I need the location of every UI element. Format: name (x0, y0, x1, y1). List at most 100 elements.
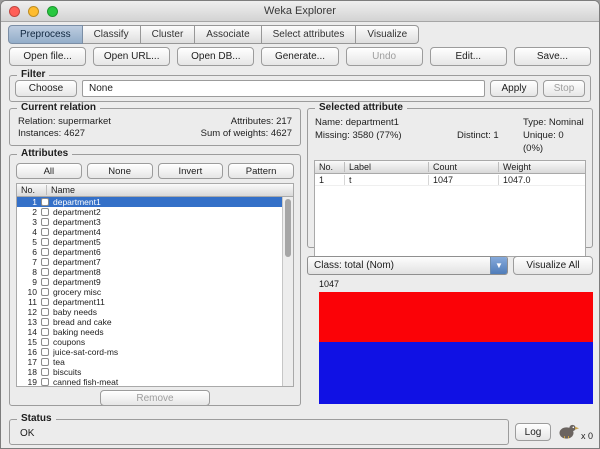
attribute-row[interactable]: 5 department5 (17, 237, 293, 247)
generate-button[interactable]: Generate... (261, 47, 339, 66)
relation-name: Relation: supermarket (18, 116, 111, 127)
attribute-name: department11 (53, 297, 105, 307)
attribute-row[interactable]: 18 biscuits (17, 367, 293, 377)
invert-selection-button[interactable]: Invert (157, 163, 224, 179)
table-cell: 1047 (429, 174, 499, 185)
attribute-row[interactable]: 14 baking needs (17, 327, 293, 337)
attribute-checkbox[interactable] (41, 268, 49, 276)
table-cell: 1047.0 (503, 174, 531, 185)
column-header-weight: Weight (503, 162, 531, 172)
select-all-button[interactable]: All (16, 163, 82, 179)
log-counter: x 0 (580, 430, 593, 441)
filter-value-field[interactable]: None (82, 80, 485, 97)
attribute-number: 10 (27, 287, 37, 297)
attribute-row[interactable]: 12 baby needs (17, 307, 293, 317)
status-panel-title: Status (17, 413, 56, 424)
chevron-down-icon[interactable]: ▼ (490, 257, 507, 274)
attribute-checkbox[interactable] (41, 338, 49, 346)
attribute-name: department6 (53, 247, 101, 257)
instances-count: Instances: 4627 (18, 128, 86, 139)
attribute-checkbox[interactable] (41, 218, 49, 226)
close-button[interactable] (9, 6, 20, 17)
label-table-header: No. Label Count Weight (314, 160, 586, 173)
attribute-checkbox[interactable] (41, 328, 49, 336)
distinct-stat: Distinct: 1 (457, 130, 499, 141)
open-url-button[interactable]: Open URL... (93, 47, 171, 66)
label-table-row[interactable]: 1 t 1047 1047.0 (315, 174, 585, 186)
attribute-row[interactable]: 10 grocery misc (17, 287, 293, 297)
attribute-number: 8 (32, 267, 37, 277)
attribute-row[interactable]: 16 juice-sat-cord-ms (17, 347, 293, 357)
attribute-number: 13 (27, 317, 37, 327)
edit-button[interactable]: Edit... (429, 47, 507, 66)
attribute-row[interactable]: 6 department6 (17, 247, 293, 257)
attributes-scrollbar[interactable] (282, 197, 293, 386)
attribute-checkbox[interactable] (41, 308, 49, 316)
tab-bar: Preprocess Classify Cluster Associate Select… (8, 25, 420, 44)
attribute-checkbox[interactable] (41, 298, 49, 306)
attribute-name: coupons (53, 337, 86, 347)
attribute-row[interactable]: 2 department2 (17, 207, 293, 217)
tab-cluster[interactable]: Cluster (140, 25, 196, 44)
save-button[interactable]: Save... (513, 47, 591, 66)
zoom-button[interactable] (47, 6, 58, 17)
attribute-row[interactable]: 17 tea (17, 357, 293, 367)
pattern-button[interactable]: Pattern (228, 163, 294, 179)
attribute-row[interactable]: 4 department4 (17, 227, 293, 237)
select-none-button[interactable]: None (86, 163, 153, 179)
open-file-button[interactable]: Open file... (9, 47, 87, 66)
attribute-number: 16 (27, 347, 37, 357)
attribute-checkbox[interactable] (41, 208, 49, 216)
visualize-all-button[interactable]: Visualize All (513, 256, 593, 275)
attribute-name-stat: Name: department1 (315, 117, 399, 128)
attribute-checkbox[interactable] (41, 358, 49, 366)
tab-preprocess[interactable]: Preprocess (8, 25, 83, 44)
attribute-checkbox[interactable] (41, 278, 49, 286)
attribute-name: bread and cake (53, 317, 112, 327)
log-button[interactable]: Log (514, 423, 551, 441)
attribute-row[interactable]: 9 department9 (17, 277, 293, 287)
attribute-row[interactable]: 13 bread and cake (17, 317, 293, 327)
selected-attribute-title: Selected attribute (315, 102, 407, 113)
attribute-row[interactable]: 19 canned fish-meat (17, 377, 293, 387)
attributes-list[interactable]: 1 department1 2 department2 3 department3 4 dep… (16, 196, 294, 387)
attribute-checkbox[interactable] (41, 288, 49, 296)
attribute-checkbox[interactable] (41, 258, 49, 266)
attribute-checkbox[interactable] (41, 238, 49, 246)
title-bar[interactable]: Weka Explorer (1, 1, 599, 22)
attribute-row[interactable]: 15 coupons (17, 337, 293, 347)
filter-choose-button[interactable]: Choose (15, 80, 77, 97)
class-dropdown-value: Class: total (Nom) (314, 260, 395, 271)
open-db-button[interactable]: Open DB... (177, 47, 255, 66)
attribute-row[interactable]: 8 department8 (17, 267, 293, 277)
attribute-checkbox[interactable] (41, 348, 49, 356)
class-dropdown[interactable]: Class: total (Nom) ▼ (307, 256, 508, 275)
attribute-row[interactable]: 11 department11 (17, 297, 293, 307)
attribute-row[interactable]: 1 department1 (17, 197, 293, 207)
tab-classify[interactable]: Classify (82, 25, 141, 44)
attribute-row[interactable]: 7 department7 (17, 257, 293, 267)
attribute-number: 12 (27, 307, 37, 317)
tab-select-attributes[interactable]: Select attributes (261, 25, 357, 44)
attribute-checkbox[interactable] (41, 198, 49, 206)
attribute-checkbox[interactable] (41, 378, 49, 386)
window-controls (9, 6, 58, 17)
table-cell: 1 (315, 174, 345, 185)
attribute-checkbox[interactable] (41, 368, 49, 376)
attribute-number: 19 (27, 377, 37, 387)
tab-associate[interactable]: Associate (195, 25, 262, 44)
filter-apply-button[interactable]: Apply (490, 80, 538, 97)
attribute-number: 9 (32, 277, 37, 287)
minimize-button[interactable] (28, 6, 39, 17)
attribute-number: 14 (27, 327, 37, 337)
attribute-checkbox[interactable] (41, 228, 49, 236)
tab-visualize[interactable]: Visualize (356, 25, 420, 44)
attribute-name: baking needs (53, 327, 104, 337)
attribute-row[interactable]: 3 department3 (17, 217, 293, 227)
attribute-checkbox[interactable] (41, 248, 49, 256)
scrollbar-thumb[interactable] (285, 199, 291, 257)
attribute-checkbox[interactable] (41, 318, 49, 326)
attributes-panel: Attributes All None Invert Pattern No. N… (9, 148, 301, 406)
filter-panel-title: Filter (17, 69, 50, 80)
